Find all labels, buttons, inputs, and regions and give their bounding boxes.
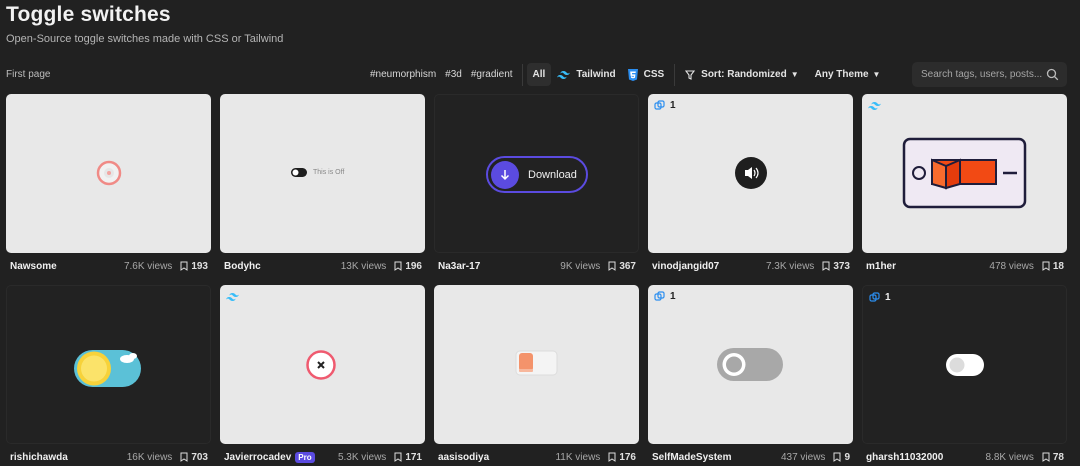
card-author[interactable]: gharsh11032000 bbox=[866, 452, 943, 463]
card-author[interactable]: Na3ar-17 bbox=[438, 261, 480, 272]
download-button-preview[interactable]: Download bbox=[486, 156, 588, 193]
bookmark-icon bbox=[394, 452, 402, 462]
search-placeholder: Search tags, users, posts... bbox=[921, 69, 1043, 80]
card-preview[interactable]: Download bbox=[434, 94, 639, 253]
filter-css-label: CSS bbox=[643, 69, 665, 80]
card-saves: 176 bbox=[619, 451, 636, 463]
pro-badge: Pro bbox=[295, 451, 315, 463]
page-title: Toggle switches bbox=[6, 3, 171, 26]
card-saves: 171 bbox=[405, 451, 422, 463]
close-toggle-preview[interactable] bbox=[220, 285, 425, 444]
card-views: 437 views bbox=[780, 451, 826, 463]
card-preview[interactable] bbox=[6, 94, 211, 253]
search-input[interactable]: Search tags, users, posts... bbox=[912, 62, 1067, 87]
bookmark-icon bbox=[180, 261, 188, 271]
radio-toggle-preview[interactable] bbox=[6, 94, 211, 253]
rocker-toggle-preview[interactable] bbox=[434, 285, 639, 444]
card-views: 13K views bbox=[340, 260, 387, 272]
card-author[interactable]: Bodyhc bbox=[224, 261, 261, 272]
css3-icon bbox=[627, 68, 638, 81]
card-author[interactable]: aasisodiya bbox=[438, 452, 489, 463]
sort-dropdown[interactable]: Sort: Randomized ▼ bbox=[679, 63, 804, 86]
card-saves: 373 bbox=[833, 260, 850, 272]
sort-label: Sort: Randomized bbox=[701, 69, 787, 80]
card-views: 7.3K views bbox=[765, 260, 815, 272]
save-button[interactable]: 18 bbox=[1042, 261, 1064, 272]
card-saves: 78 bbox=[1052, 451, 1064, 463]
tag-3d[interactable]: #3d bbox=[445, 69, 462, 80]
chevron-down-icon: ▼ bbox=[872, 70, 881, 79]
card-saves: 196 bbox=[405, 260, 422, 272]
card-author[interactable]: Nawsome bbox=[10, 261, 57, 272]
filter-tailwind-button[interactable]: Tailwind bbox=[551, 63, 621, 86]
theme-dropdown[interactable]: Any Theme ▼ bbox=[809, 63, 887, 86]
bookmark-icon bbox=[1042, 261, 1050, 271]
card-preview[interactable]: 1 bbox=[648, 94, 853, 253]
filter-all-button[interactable]: All bbox=[526, 63, 552, 86]
toolbar-divider bbox=[674, 63, 676, 86]
card-author[interactable]: m1her bbox=[866, 261, 896, 272]
card-views: 9K views bbox=[560, 260, 601, 272]
switch-state-label: This is Off bbox=[313, 169, 345, 176]
bookmark-icon bbox=[833, 452, 841, 462]
bookmark-icon bbox=[1042, 452, 1050, 462]
tag-neumorphism[interactable]: #neumorphism bbox=[370, 69, 436, 80]
card-preview[interactable]: 1 bbox=[648, 285, 853, 444]
save-button[interactable]: 193 bbox=[180, 261, 208, 272]
power-switch-preview[interactable] bbox=[862, 94, 1067, 253]
first-page-link[interactable]: First page bbox=[6, 69, 50, 80]
search-icon bbox=[1046, 68, 1059, 81]
filter-funnel-icon bbox=[685, 69, 696, 80]
download-icon bbox=[491, 160, 519, 189]
card-saves: 367 bbox=[619, 260, 636, 272]
save-button[interactable]: 373 bbox=[822, 261, 850, 272]
tailwind-icon bbox=[557, 70, 571, 79]
card-author[interactable]: vinodjangid07 bbox=[652, 261, 719, 272]
card-saves: 703 bbox=[191, 451, 208, 463]
chevron-down-icon: ▼ bbox=[790, 70, 799, 79]
card-preview[interactable] bbox=[220, 285, 425, 444]
card-views: 11K views bbox=[555, 451, 601, 463]
save-button[interactable]: 367 bbox=[608, 261, 636, 272]
card-preview[interactable] bbox=[434, 285, 639, 444]
filter-tailwind-label: Tailwind bbox=[576, 69, 616, 80]
card-author[interactable]: rishichawda bbox=[10, 452, 68, 463]
card-author[interactable]: SelfMadeSystem bbox=[652, 452, 731, 463]
bookmark-icon bbox=[608, 261, 616, 271]
card-views: 478 views bbox=[989, 260, 1034, 272]
card-views: 5.3K views bbox=[337, 451, 387, 463]
card-preview[interactable] bbox=[6, 285, 211, 444]
card-author[interactable]: Javierrocadev bbox=[224, 452, 291, 463]
save-button[interactable]: 703 bbox=[180, 452, 208, 463]
volume-toggle-preview[interactable] bbox=[648, 94, 853, 253]
theme-label: Any Theme bbox=[814, 69, 869, 80]
card-views: 7.6K views bbox=[123, 260, 173, 272]
save-button[interactable]: 196 bbox=[394, 261, 422, 272]
bookmark-icon bbox=[394, 261, 402, 271]
day-night-toggle-preview[interactable] bbox=[7, 286, 211, 444]
card-views: 8.8K views bbox=[985, 451, 1034, 463]
filter-toolbar: #neumorphism #3d #gradient All Tailwind … bbox=[370, 62, 886, 87]
bookmark-icon bbox=[608, 452, 616, 462]
white-toggle-preview[interactable] bbox=[863, 286, 1067, 444]
save-button[interactable]: 78 bbox=[1042, 452, 1064, 463]
card-preview[interactable]: 1 bbox=[862, 285, 1067, 444]
card-saves: 9 bbox=[844, 451, 850, 463]
toolbar-divider bbox=[521, 63, 523, 86]
card-views: 16K views bbox=[126, 451, 173, 463]
card-saves: 193 bbox=[191, 260, 208, 272]
bookmark-icon bbox=[180, 452, 188, 462]
save-button[interactable]: 171 bbox=[394, 452, 422, 463]
save-button[interactable]: 176 bbox=[608, 452, 636, 463]
download-label: Download bbox=[528, 168, 577, 181]
page-subtitle: Open-Source toggle switches made with CS… bbox=[6, 33, 284, 45]
card-saves: 18 bbox=[1052, 260, 1064, 272]
card-preview[interactable] bbox=[862, 94, 1067, 253]
gray-toggle-preview[interactable] bbox=[648, 285, 853, 444]
save-button[interactable]: 9 bbox=[833, 452, 850, 463]
tag-gradient[interactable]: #gradient bbox=[471, 69, 513, 80]
bookmark-icon bbox=[822, 261, 830, 271]
filter-css-button[interactable]: CSS bbox=[622, 63, 671, 86]
card-preview[interactable]: This is Off bbox=[220, 94, 425, 253]
